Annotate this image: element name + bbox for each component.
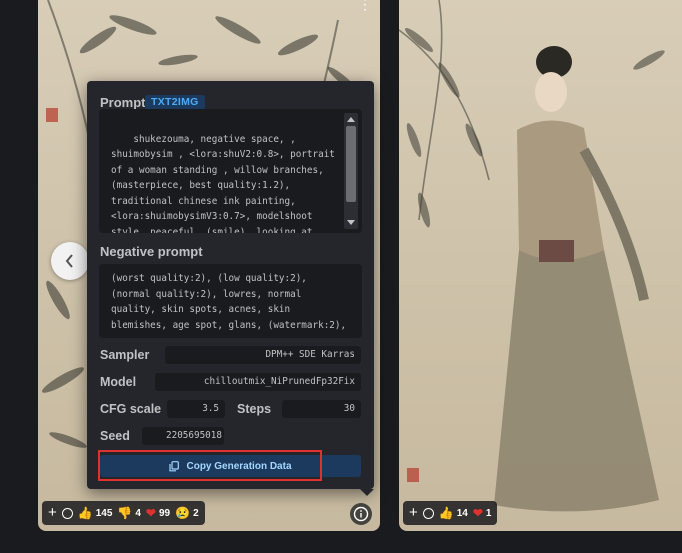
prompt-text[interactable]: shukezouma, negative space, , shuimobysi…	[99, 109, 362, 233]
scroll-up-arrow-icon[interactable]	[347, 117, 355, 122]
heart-icon: ❤	[472, 506, 483, 520]
scroll-thumb[interactable]	[346, 126, 356, 202]
thumbs-up-count: 145	[95, 507, 113, 519]
generation-data-popover: Prompt TXT2IMG shukezouma, negative spac…	[87, 81, 374, 496]
thumbs-up-icon: 👍	[77, 506, 93, 520]
generation-type-badge: TXT2IMG	[145, 95, 205, 110]
negative-prompt-text: (worst quality:2), (low quality:2), (nor…	[99, 264, 362, 338]
copy-icon	[169, 460, 180, 471]
cfg-scale-value: 3.5	[167, 400, 225, 418]
model-label: Model	[100, 375, 137, 389]
prompt-scrollbar[interactable]	[344, 113, 358, 229]
chevron-left-icon	[65, 254, 73, 268]
heart-count: 99	[158, 507, 171, 519]
heart-icon: ❤	[145, 506, 156, 520]
prompt-text-content: shukezouma, negative space, , shuimobysi…	[111, 133, 335, 234]
sampler-label: Sampler	[100, 348, 150, 362]
reaction-thumbs-up[interactable]: 👍 145	[78, 507, 113, 519]
cfg-scale-label: CFG scale	[100, 402, 162, 416]
reaction-thumbs-up[interactable]: 👍 14	[439, 507, 468, 519]
reactions-bar-left: + 👍 145 👎 4 ❤ 99 😢 2	[42, 501, 205, 525]
ink-painting-woman-hanfu	[399, 0, 665, 512]
sad-face-icon: 😢	[175, 506, 191, 520]
image-card-right[interactable]	[399, 0, 682, 531]
seed-label: Seed	[100, 429, 130, 443]
thumbs-down-icon: 👎	[117, 506, 133, 520]
copy-generation-data-button[interactable]: Copy Generation Data	[100, 455, 361, 477]
reaction-sad[interactable]: 😢 2	[175, 507, 199, 519]
thumbs-up-icon: 👍	[438, 506, 454, 520]
previous-image-button[interactable]	[51, 242, 89, 280]
model-value: chilloutmix_NiPrunedFp32Fix	[155, 373, 361, 391]
add-reaction-icon[interactable]: +	[409, 505, 418, 520]
heart-count: 1	[485, 507, 492, 519]
info-icon	[353, 506, 369, 522]
info-button[interactable]	[350, 503, 372, 525]
steps-label: Steps	[237, 402, 272, 416]
negative-prompt-heading: Negative prompt	[100, 244, 203, 259]
thumbs-up-count: 14	[456, 507, 468, 519]
sad-count: 2	[193, 507, 199, 519]
thumbs-down-count: 4	[135, 507, 141, 519]
seed-value: 2205695018	[142, 427, 224, 445]
steps-value: 30	[282, 400, 361, 418]
reaction-heart[interactable]: ❤ 1	[473, 507, 492, 519]
add-reaction-icon[interactable]: +	[48, 505, 57, 520]
sampler-value: DPM++ SDE Karras	[165, 346, 361, 364]
scroll-down-arrow-icon[interactable]	[347, 220, 355, 225]
emoji-picker-icon[interactable]	[422, 507, 434, 519]
copy-button-label: Copy Generation Data	[186, 460, 292, 472]
emoji-picker-icon[interactable]	[61, 507, 73, 519]
more-options-icon[interactable]: ⋮	[358, 0, 372, 12]
prompt-heading: Prompt	[100, 95, 146, 110]
reactions-bar-right: + 👍 14 ❤ 1	[403, 501, 498, 525]
reaction-thumbs-down[interactable]: 👎 4	[117, 507, 141, 519]
popover-arrow	[360, 489, 374, 496]
reaction-heart[interactable]: ❤ 99	[146, 507, 170, 519]
